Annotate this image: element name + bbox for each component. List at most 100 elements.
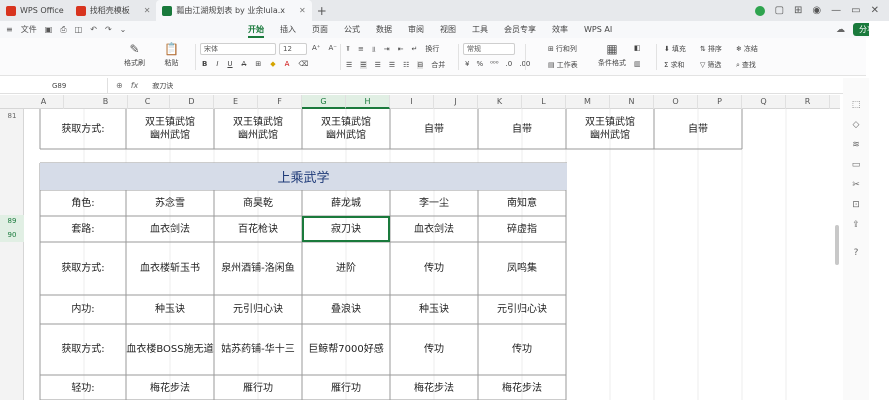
table-cell[interactable]: 进阶 [302, 242, 390, 295]
table-cell[interactable]: 元引归心诀 [478, 295, 566, 324]
cell-style-button[interactable]: ◧ [634, 44, 641, 52]
table-cell[interactable]: 血衣楼斩玉书 [126, 242, 214, 295]
column-header-h[interactable]: H [346, 95, 390, 109]
tab-template[interactable]: 找稻壳模板 ✕ [70, 0, 157, 21]
sum-button[interactable]: Σ 求和 [664, 60, 684, 70]
table-cell[interactable]: 百花枪诀 [214, 216, 302, 242]
column-header-a[interactable]: A [24, 95, 64, 109]
selected-cell[interactable]: 寂刀诀 [302, 216, 390, 242]
table-cell[interactable]: 种玉诀 [126, 295, 214, 324]
column-header-d[interactable]: D [170, 95, 214, 109]
row-label[interactable]: 套路: [40, 216, 126, 242]
menu-data[interactable]: 数据 [368, 21, 400, 38]
menu-member[interactable]: 会员专享 [496, 21, 544, 38]
italic-icon[interactable]: I [216, 60, 218, 68]
table-cell[interactable]: 李一尘 [390, 190, 478, 216]
more-icon[interactable]: ⌄ [120, 25, 127, 34]
filter-button[interactable]: ▽ 筛选 [700, 60, 721, 70]
font-shrink-icon[interactable]: A⁻ [328, 44, 336, 52]
table-cell[interactable]: 南知意 [478, 190, 566, 216]
menu-icon[interactable]: ≡ [6, 25, 13, 34]
menu-tools[interactable]: 工具 [464, 21, 496, 38]
worksheet-button[interactable]: ▤ 工作表 [548, 60, 578, 70]
fill-color-icon[interactable]: ◆ [270, 60, 275, 68]
row-col-button[interactable]: ⊞ 行和列 [548, 44, 577, 54]
name-box[interactable]: G89 [0, 77, 108, 94]
cell-top-c2[interactable]: 双王镇武馆 幽州武馆 [214, 109, 302, 149]
table-cell[interactable]: 梅花步法 [126, 375, 214, 400]
column-header-c[interactable]: C [126, 95, 170, 109]
wrap-label[interactable]: 换行 [425, 44, 439, 54]
close-window-icon[interactable]: ✕ [871, 5, 879, 16]
tools-icon[interactable]: ✂ [851, 180, 861, 190]
merge-icon[interactable]: ⊟ [417, 61, 424, 69]
justify-icon[interactable]: ☰ [389, 61, 395, 69]
table-cell[interactable]: 雁行功 [214, 375, 302, 400]
table-cell[interactable]: 商昊乾 [214, 190, 302, 216]
backup-icon[interactable]: ⊡ [851, 200, 861, 210]
tab-wps-office[interactable]: WPS Office [0, 0, 70, 21]
sort-button[interactable]: ⇅ 排序 [700, 44, 722, 54]
outdent-icon[interactable]: ⇤ [398, 45, 404, 53]
cond-format-button[interactable]: ▦ 条件格式 [598, 42, 626, 68]
shape-icon[interactable]: ◇ [851, 120, 861, 130]
new-tab-button[interactable]: + [312, 0, 332, 21]
table-cell[interactable]: 传功 [390, 242, 478, 295]
freeze-button[interactable]: ❄ 冻结 [736, 44, 758, 54]
sync-status-icon[interactable] [754, 5, 765, 16]
column-header-e[interactable]: E [214, 95, 258, 109]
cell-label[interactable]: 获取方式: [40, 109, 126, 149]
row-header-81[interactable]: 81 [0, 109, 24, 149]
spreadsheet-grid[interactable]: 获取方式: 双王镇武馆 幽州武馆 双王镇武馆 幽州武馆 双王镇武馆 幽州武馆 自… [24, 109, 840, 400]
tabs-icon[interactable]: ⊞ [794, 5, 802, 16]
align-left-icon[interactable]: ☰ [346, 61, 352, 69]
align-center-icon[interactable]: ☰ [360, 61, 367, 69]
row-header-89[interactable]: 89 [0, 215, 24, 228]
table-cell[interactable]: 种玉诀 [390, 295, 478, 324]
fx-icon[interactable]: fx [131, 81, 139, 90]
tab-spreadsheet[interactable]: 瓢由江湖规划表 by 业余lula.x ✕ [156, 0, 312, 21]
currency-icon[interactable]: ¥ [465, 60, 469, 68]
indent-icon[interactable]: ⇥ [384, 45, 390, 53]
font-name-select[interactable]: 宋体 [200, 43, 276, 55]
section-title[interactable]: 上乘武学 [40, 163, 567, 190]
cell-top-c5[interactable]: 自带 [478, 109, 566, 149]
table-cell[interactable]: 血衣楼BOSS施无道 [126, 324, 214, 375]
zoom-icon[interactable]: ⊕ [116, 81, 123, 90]
column-header-j[interactable]: J [434, 95, 478, 109]
font-grow-icon[interactable]: A⁺ [312, 44, 320, 52]
wrap-icon[interactable]: ↵ [412, 45, 418, 53]
share-side-icon[interactable]: ⇪ [851, 220, 861, 230]
minimize-icon[interactable]: — [831, 5, 841, 16]
file-menu[interactable]: 文件 [21, 24, 37, 35]
properties-icon[interactable]: ≋ [851, 140, 861, 150]
find-button[interactable]: ⌕ 查找 [736, 60, 756, 70]
column-header-o[interactable]: O [654, 95, 698, 109]
table-cell[interactable]: 梅花步法 [390, 375, 478, 400]
vertical-scrollbar[interactable] [835, 225, 839, 265]
undo-icon[interactable]: ↶ [90, 25, 97, 34]
row-label[interactable]: 获取方式: [40, 324, 126, 375]
merge-label[interactable]: 合并 [431, 60, 445, 70]
thousands-icon[interactable]: ⁰⁰⁰ [490, 60, 498, 68]
redo-icon[interactable]: ↷ [105, 25, 112, 34]
table-cell[interactable]: 传功 [390, 324, 478, 375]
preview-icon[interactable]: ◫ [75, 25, 83, 34]
print-icon[interactable]: ⎙ [60, 25, 66, 35]
increase-decimal-icon[interactable]: .0 [506, 60, 513, 68]
cloud-icon[interactable]: ☁ [836, 25, 845, 35]
table-cell[interactable]: 苏念雪 [126, 190, 214, 216]
font-color-icon[interactable]: A [285, 60, 290, 68]
row-label[interactable]: 获取方式: [40, 242, 126, 295]
menu-view[interactable]: 视图 [432, 21, 464, 38]
column-header-n[interactable]: N [610, 95, 654, 109]
distribute-icon[interactable]: ☷ [403, 61, 409, 69]
close-icon[interactable]: ✕ [144, 6, 151, 15]
underline-icon[interactable]: U [227, 60, 232, 68]
row-label[interactable]: 轻功: [40, 375, 126, 400]
table-cell[interactable]: 血衣剑法 [390, 216, 478, 242]
bold-icon[interactable]: B [202, 60, 207, 68]
clear-icon[interactable]: ⌫ [298, 60, 308, 68]
column-header-l[interactable]: L [522, 95, 566, 109]
column-header-q[interactable]: Q [742, 95, 786, 109]
